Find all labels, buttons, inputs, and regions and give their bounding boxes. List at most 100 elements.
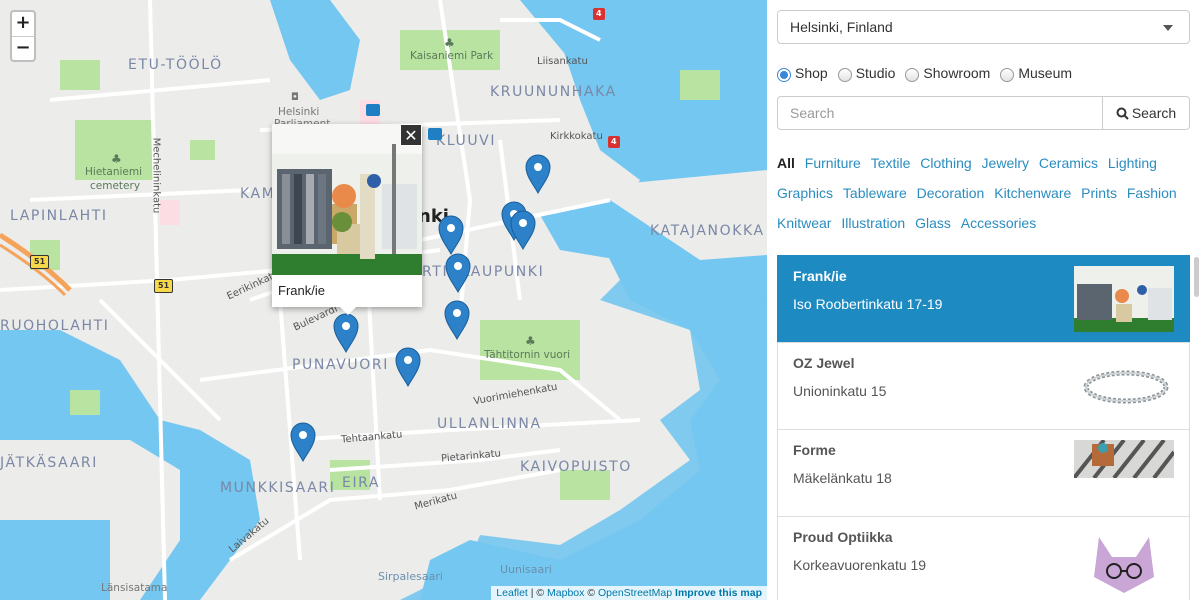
- place-address: Korkeavuorenkatu 19: [793, 557, 927, 573]
- category-accessories[interactable]: Accessories: [961, 208, 1036, 238]
- type-radio-group: Shop Studio Showroom Museum: [777, 63, 1082, 83]
- radio-label: Showroom: [923, 65, 991, 81]
- poi-label-kaisaniemi: Kaisaniemi Park: [410, 50, 494, 62]
- district-label-eira: EIRA: [342, 475, 381, 491]
- improve-map-link[interactable]: Improve this map: [675, 587, 762, 599]
- metro-icon: [366, 104, 380, 116]
- search-button[interactable]: Search: [1102, 96, 1190, 130]
- category-jewelry[interactable]: Jewelry: [982, 148, 1029, 178]
- map-marker[interactable]: [290, 422, 316, 463]
- attribution-separator: ©: [584, 587, 598, 599]
- radio-shop[interactable]: Shop: [777, 63, 828, 83]
- map-marker[interactable]: [333, 313, 359, 354]
- radio-button[interactable]: [1000, 67, 1015, 82]
- category-lighting[interactable]: Lighting: [1108, 148, 1157, 178]
- district-label-ruoholahti: RUOHOLAHTI: [0, 318, 110, 334]
- map-marker[interactable]: [395, 347, 421, 388]
- museum-icon: ◘: [291, 92, 299, 103]
- place-thumbnail: [1074, 266, 1174, 332]
- category-fashion[interactable]: Fashion: [1127, 178, 1177, 208]
- poi-label-lansisatama: Länsisatama: [101, 582, 168, 594]
- radio-showroom[interactable]: Showroom: [905, 63, 990, 83]
- city-select[interactable]: Helsinki, Finland: [777, 10, 1190, 44]
- map-marker[interactable]: [444, 300, 470, 341]
- radio-button[interactable]: [905, 67, 920, 82]
- search-input[interactable]: Search: [777, 96, 1102, 130]
- radio-museum[interactable]: Museum: [1000, 63, 1072, 83]
- list-item[interactable]: OZ Jewel Unioninkatu 15: [777, 342, 1190, 430]
- category-graphics[interactable]: Graphics: [777, 178, 833, 208]
- map-marker[interactable]: [510, 210, 536, 251]
- radio-label: Studio: [855, 65, 896, 81]
- poi-label-hietaniemi-line2: cemetery: [90, 180, 141, 192]
- place-name: Frank/ie: [793, 268, 847, 284]
- island-label-sirpalesaari: Sirpalesaari: [378, 570, 443, 583]
- category-illustration[interactable]: Illustration: [841, 208, 905, 238]
- list-scrollbar[interactable]: [1194, 257, 1199, 297]
- category-glass[interactable]: Glass: [915, 208, 951, 238]
- street-label-kirkkokatu: Kirkkokatu: [550, 131, 603, 142]
- road-shield-4: 4: [608, 136, 620, 148]
- marker-pin-icon: [445, 253, 471, 294]
- place-address: Unioninkatu 15: [793, 383, 887, 399]
- search-button-label: Search: [1131, 105, 1177, 121]
- district-label-ullanlinna: ULLANLINNA: [437, 416, 542, 432]
- metro-icon: [428, 128, 442, 140]
- place-list[interactable]: Frank/ie Iso Roobertinkatu 17-19 OZ Jewe…: [777, 255, 1190, 600]
- category-tableware[interactable]: Tableware: [843, 178, 907, 208]
- park-icon: ♣: [525, 334, 536, 348]
- popup-tip: [340, 307, 356, 315]
- category-furniture[interactable]: Furniture: [805, 148, 861, 178]
- mapbox-link[interactable]: Mapbox: [547, 587, 584, 599]
- park-icon: ♣: [444, 36, 455, 50]
- attribution-separator: | ©: [527, 587, 548, 599]
- district-label-etu-toolo: ETU-TÖÖLÖ: [128, 57, 223, 73]
- district-label-punavuori: PUNAVUORI: [292, 357, 389, 373]
- poi-label-parliament-line1: Helsinki: [278, 106, 320, 118]
- category-textile[interactable]: Textile: [871, 148, 911, 178]
- category-kitchenware[interactable]: Kitchenware: [994, 178, 1071, 208]
- zoom-out-button[interactable]: −: [12, 36, 34, 60]
- map-marker[interactable]: [438, 215, 464, 256]
- category-all[interactable]: All: [777, 148, 795, 178]
- category-filter: All Furniture Textile Clothing Jewelry C…: [777, 148, 1197, 238]
- radio-studio[interactable]: Studio: [837, 63, 896, 83]
- district-label-jatkasaari: JÄTKÄSAARI: [0, 455, 98, 471]
- place-thumbnail: [1074, 527, 1174, 593]
- category-decoration[interactable]: Decoration: [917, 178, 985, 208]
- street-label-liisankatu: Liisankatu: [537, 56, 588, 67]
- map-marker[interactable]: [445, 253, 471, 294]
- category-knitwear[interactable]: Knitwear: [777, 208, 831, 238]
- place-address: Iso Roobertinkatu 17-19: [793, 296, 943, 312]
- list-item[interactable]: Frank/ie Iso Roobertinkatu 17-19: [777, 255, 1190, 343]
- popup-close-button[interactable]: ✕: [400, 124, 422, 146]
- list-item[interactable]: Proud Optiikka Korkeavuorenkatu 19: [777, 516, 1190, 600]
- radio-button[interactable]: [777, 67, 791, 82]
- search-icon: [1116, 107, 1129, 120]
- place-name: Forme: [793, 442, 836, 458]
- zoom-in-button[interactable]: +: [12, 12, 34, 36]
- map-marker[interactable]: [525, 154, 551, 195]
- popup-photo: [272, 124, 422, 275]
- category-clothing[interactable]: Clothing: [920, 148, 971, 178]
- radio-button[interactable]: [837, 67, 852, 82]
- category-ceramics[interactable]: Ceramics: [1039, 148, 1098, 178]
- marker-pin-icon: [444, 300, 470, 341]
- category-prints[interactable]: Prints: [1081, 178, 1117, 208]
- list-item[interactable]: Forme Mäkelänkatu 18: [777, 429, 1190, 517]
- place-name: OZ Jewel: [793, 355, 855, 371]
- place-address: Mäkelänkatu 18: [793, 470, 892, 486]
- popup-title: Frank/ie: [278, 283, 325, 298]
- search-bar: Search Search: [777, 96, 1190, 130]
- marker-pin-icon: [525, 154, 551, 195]
- map[interactable]: ETU-TÖÖLÖ KRUUNUNHAKA KLUUVI LAPINLAHTI …: [0, 0, 767, 600]
- poi-label-hietaniemi-line1: Hietaniemi: [85, 166, 143, 178]
- osm-link[interactable]: OpenStreetMap: [598, 587, 672, 599]
- place-thumbnail: [1074, 440, 1174, 478]
- island-label-uunisaari: Uunisaari: [500, 563, 552, 576]
- leaflet-link[interactable]: Leaflet: [496, 587, 528, 599]
- district-label-kamppi: KAM: [240, 186, 276, 202]
- map-attribution: Leaflet | © Mapbox © OpenStreetMap Impro…: [491, 586, 767, 600]
- radio-label: Museum: [1018, 65, 1073, 81]
- road-shield-4: 4: [593, 8, 605, 20]
